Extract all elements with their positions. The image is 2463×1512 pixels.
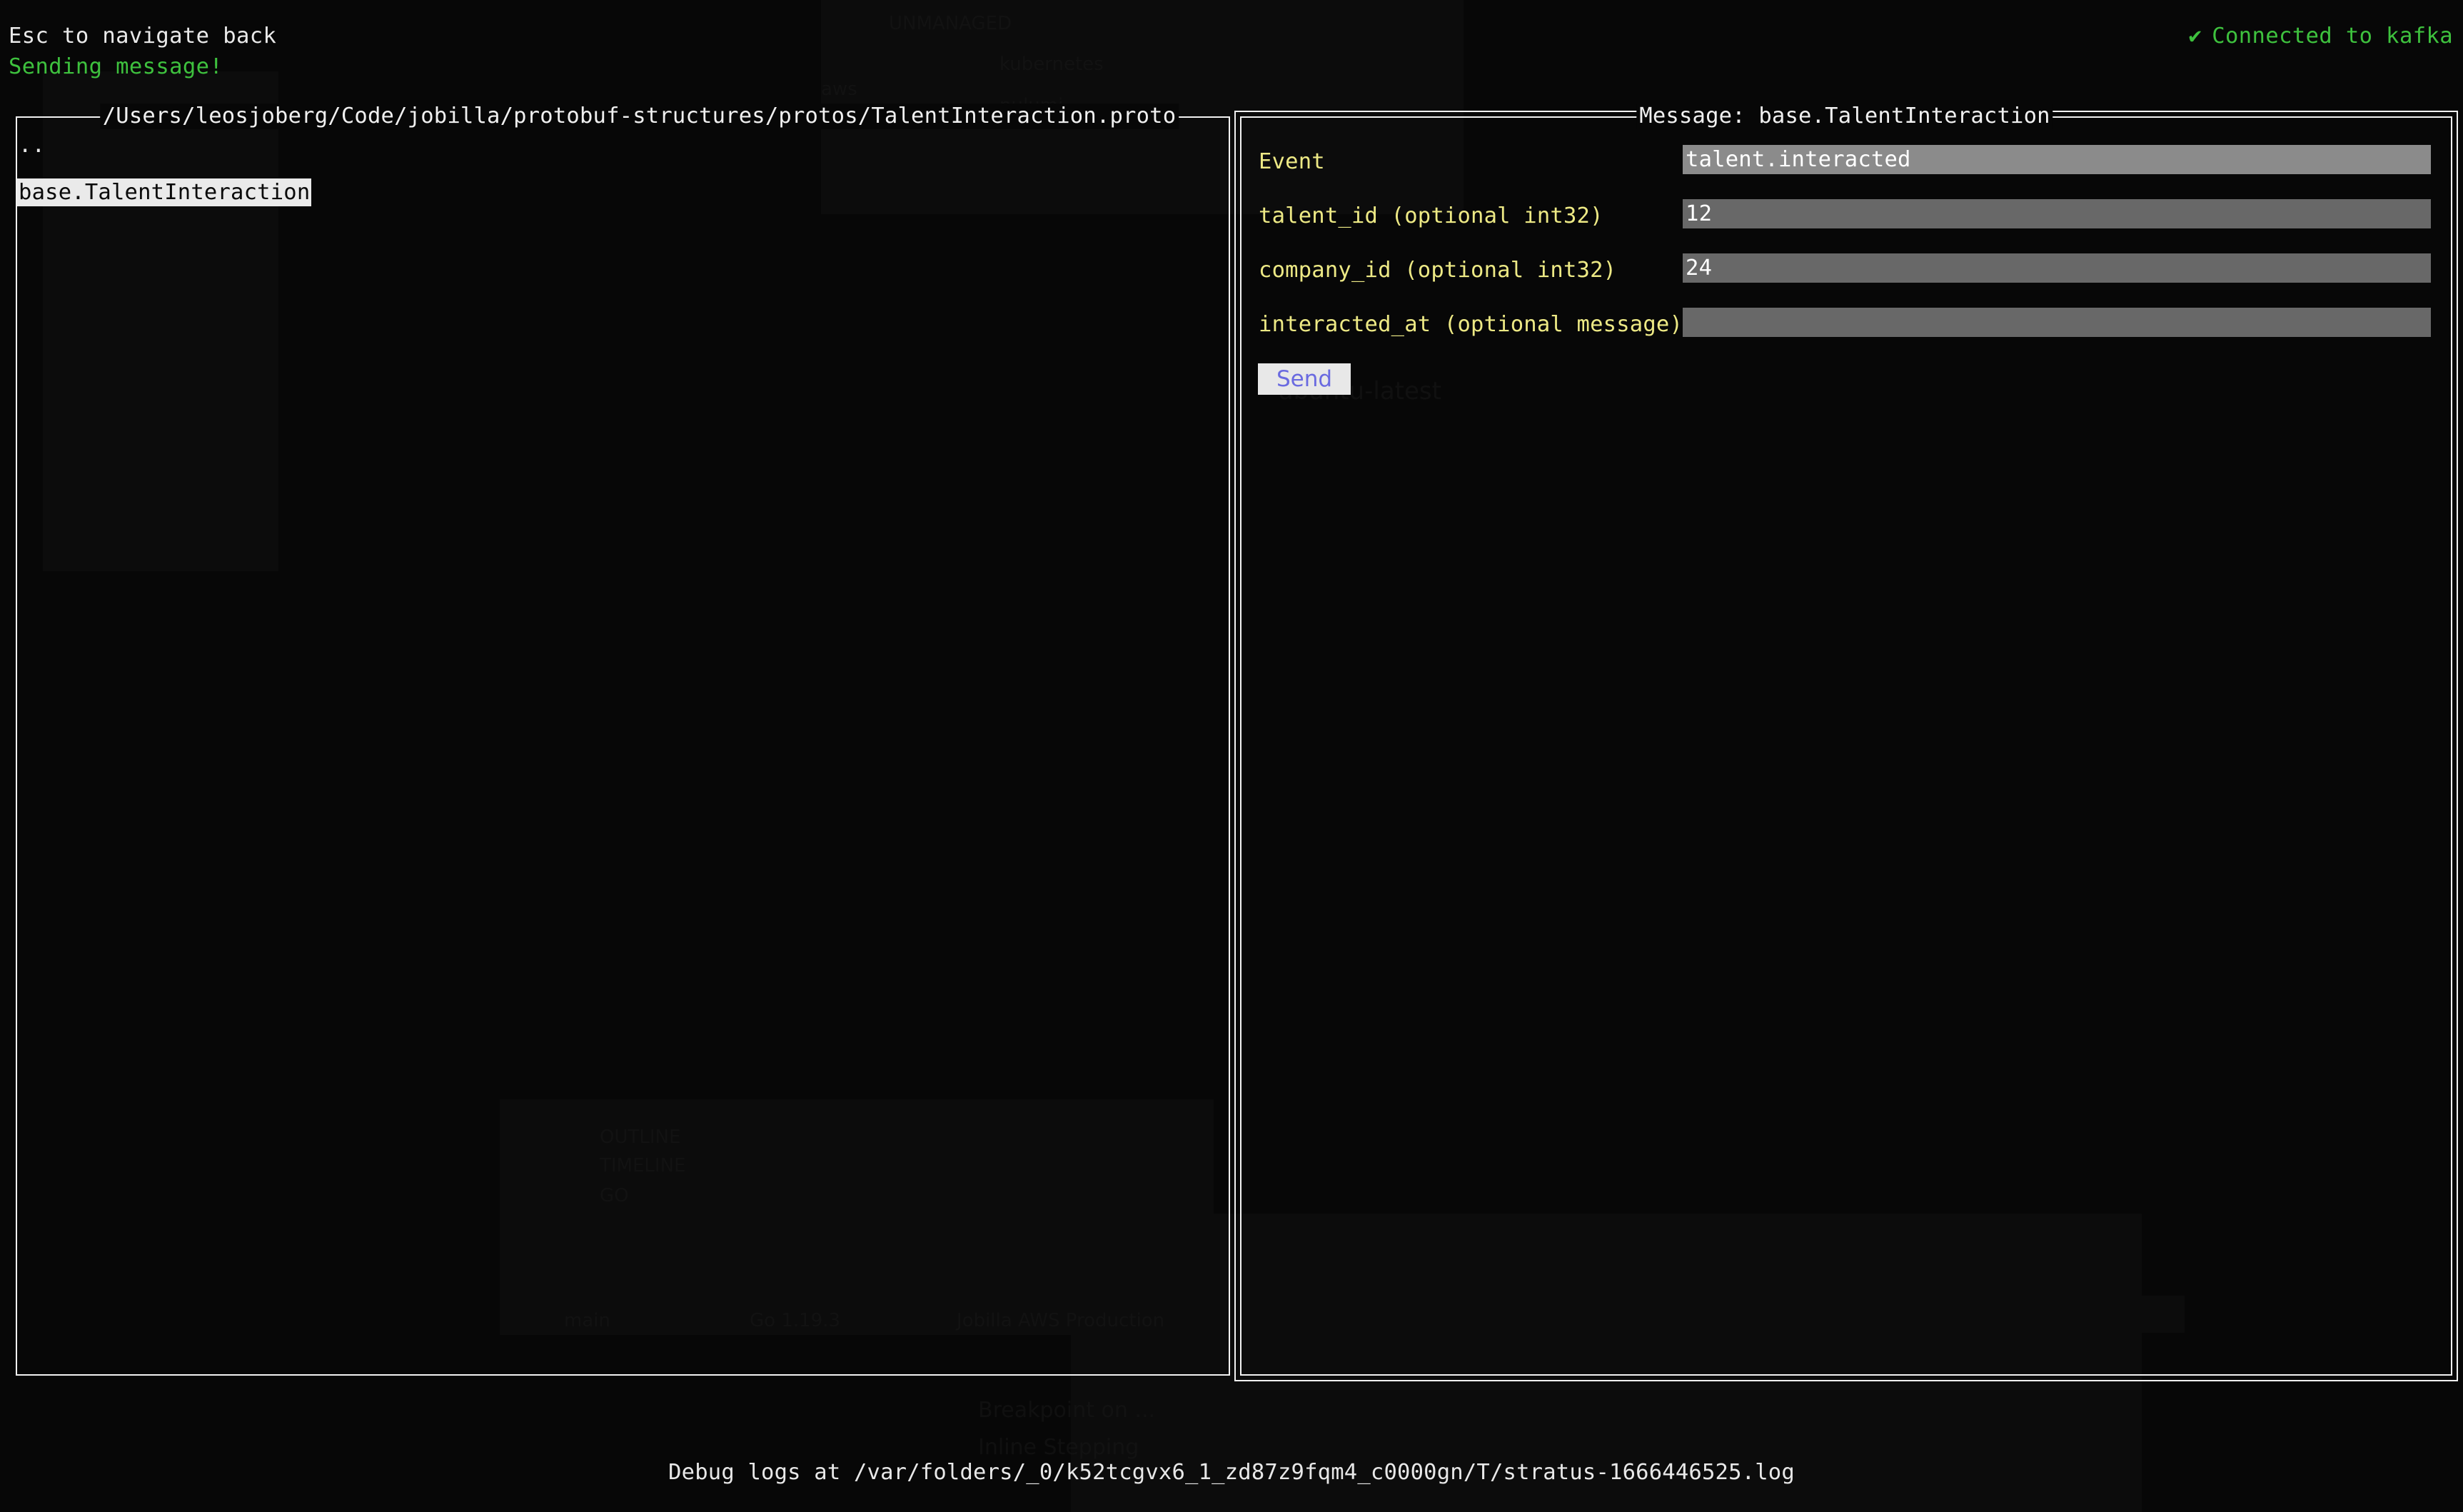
message-form: Event talent.interacted talent_id (optiona… [1241,118,2451,1374]
field-input[interactable]: 12 [1683,199,2431,228]
list-item-selected[interactable]: base.TalentInteraction [17,178,312,206]
kafka-connection-status: ✔ Connected to kafka [2189,24,2454,49]
proto-message-list[interactable]: .. base.TalentInteraction [17,118,1229,1374]
ghost-text: Breakpoint on ... [978,1398,1156,1423]
field-input[interactable]: talent.interacted [1683,145,2431,174]
debug-log-path: Debug logs at /var/folders/_0/k52tcgvx6_… [668,1460,1795,1485]
terminal-screen: UNMANAGEDkubernetesawspulumiOUTLINETIMEL… [0,0,2463,1512]
form-row: company_id (optional int32) 24 [1241,246,2451,301]
field-label: interacted_at (optional message) [1259,312,1683,337]
sending-status-text: Sending message! [9,54,223,79]
send-button[interactable]: Send [1258,363,1351,395]
message-form-panel: Message: base.TalentInteraction Event tal… [1234,104,2458,1381]
check-icon: ✔ [2188,24,2202,49]
send-button-row: Send [1241,361,2451,410]
ghost-text: Inline Stepping [978,1435,1139,1460]
form-row: interacted_at (optional message) [1241,301,2451,355]
field-label: talent_id (optional int32) [1259,203,1603,228]
field-input[interactable]: 24 [1683,253,2431,283]
kafka-connection-label: Connected to kafka [2212,24,2453,49]
form-row: talent_id (optional int32) 12 [1241,192,2451,246]
field-input[interactable] [1683,308,2431,337]
message-form-title: Message: base.TalentInteraction [1636,104,2053,129]
field-label: company_id (optional int32) [1259,258,1617,283]
list-item[interactable]: .. [17,131,46,159]
proto-file-path-title: /Users/leosjoberg/Code/jobilla/protobuf-… [99,104,1179,129]
field-label: Event [1259,149,1325,174]
form-row: Event talent.interacted [1241,138,2451,192]
navigate-back-hint: Esc to navigate back [9,24,277,49]
proto-file-browser-panel: /Users/leosjoberg/Code/jobilla/protobuf-… [16,104,1230,1376]
header-bar: Esc to navigate back Sending message! ✔ C… [0,0,2463,86]
